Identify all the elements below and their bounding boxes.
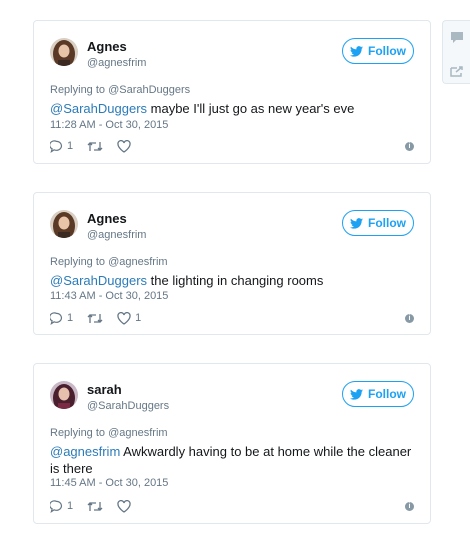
info-icon[interactable]: i [405, 142, 414, 151]
timestamp[interactable]: 11:43 AM - Oct 30, 2015 [50, 290, 168, 302]
retweet-icon [87, 141, 103, 151]
heart-icon [117, 499, 131, 513]
replying-to: Replying to @agnesfrim [50, 256, 168, 268]
display-name[interactable]: sarah [87, 382, 122, 397]
reply-action[interactable]: 1 [50, 139, 74, 153]
heart-icon [117, 311, 131, 325]
like-action[interactable]: 1 [117, 311, 142, 325]
mention-link[interactable]: @SarahDuggers [50, 273, 147, 288]
timestamp[interactable]: 11:45 AM - Oct 30, 2015 [50, 477, 168, 489]
follow-button[interactable]: Follow [342, 381, 414, 407]
tweet-text: @agnesfrim Awkwardly having to be at hom… [50, 443, 416, 477]
reply-icon [50, 499, 63, 513]
tweet-actions: 1 1 [50, 310, 155, 326]
like-count: 1 [135, 312, 142, 324]
reply-icon [50, 139, 63, 153]
tweet-card[interactable]: sarah @SarahDuggers Follow Replying to @… [33, 363, 431, 524]
reply-count: 1 [67, 500, 74, 512]
comment-icon[interactable] [450, 31, 464, 43]
share-icon[interactable] [450, 65, 464, 77]
reply-icon [50, 311, 63, 325]
side-share-widget [442, 20, 470, 84]
tweet-card[interactable]: Agnes @agnesfrim Follow Replying to @agn… [33, 192, 431, 335]
twitter-bird-icon [350, 217, 363, 229]
replying-to: Replying to @agnesfrim [50, 427, 168, 439]
retweet-icon [87, 501, 103, 511]
reply-action[interactable]: 1 [50, 311, 74, 325]
follow-label: Follow [368, 44, 406, 58]
tweet-text: @SarahDuggers the lighting in changing r… [50, 272, 416, 289]
follow-button[interactable]: Follow [342, 210, 414, 236]
retweet-action[interactable] [87, 312, 103, 325]
retweet-action[interactable] [87, 140, 103, 153]
info-icon[interactable]: i [405, 502, 414, 511]
mention-link[interactable]: @SarahDuggers [50, 101, 147, 116]
tweet-body: the lighting in changing rooms [147, 273, 324, 288]
tweet-actions: 1 [50, 138, 149, 154]
user-handle[interactable]: @SarahDuggers [87, 400, 169, 412]
reply-count: 1 [67, 140, 74, 152]
tweet-actions: 1 [50, 498, 149, 514]
avatar[interactable] [50, 381, 78, 409]
reply-action[interactable]: 1 [50, 499, 74, 513]
user-handle[interactable]: @agnesfrim [87, 229, 146, 241]
heart-icon [117, 139, 131, 153]
follow-label: Follow [368, 387, 406, 401]
mention-link[interactable]: @agnesfrim [50, 444, 120, 459]
follow-label: Follow [368, 216, 406, 230]
display-name[interactable]: Agnes [87, 39, 127, 54]
info-icon[interactable]: i [405, 314, 414, 323]
avatar[interactable] [50, 38, 78, 66]
avatar[interactable] [50, 210, 78, 238]
retweet-action[interactable] [87, 500, 103, 513]
replying-to: Replying to @SarahDuggers [50, 84, 191, 96]
timestamp[interactable]: 11:28 AM - Oct 30, 2015 [50, 119, 168, 131]
reply-count: 1 [67, 312, 74, 324]
follow-button[interactable]: Follow [342, 38, 414, 64]
tweet-body: maybe I'll just go as new year's eve [147, 101, 355, 116]
twitter-bird-icon [350, 45, 363, 57]
tweet-card[interactable]: Agnes @agnesfrim Follow Replying to @Sar… [33, 20, 431, 164]
display-name[interactable]: Agnes [87, 211, 127, 226]
retweet-icon [87, 313, 103, 323]
tweet-text: @SarahDuggers maybe I'll just go as new … [50, 100, 416, 117]
user-handle[interactable]: @agnesfrim [87, 57, 146, 69]
like-action[interactable] [117, 499, 135, 513]
twitter-bird-icon [350, 388, 363, 400]
like-action[interactable] [117, 139, 135, 153]
